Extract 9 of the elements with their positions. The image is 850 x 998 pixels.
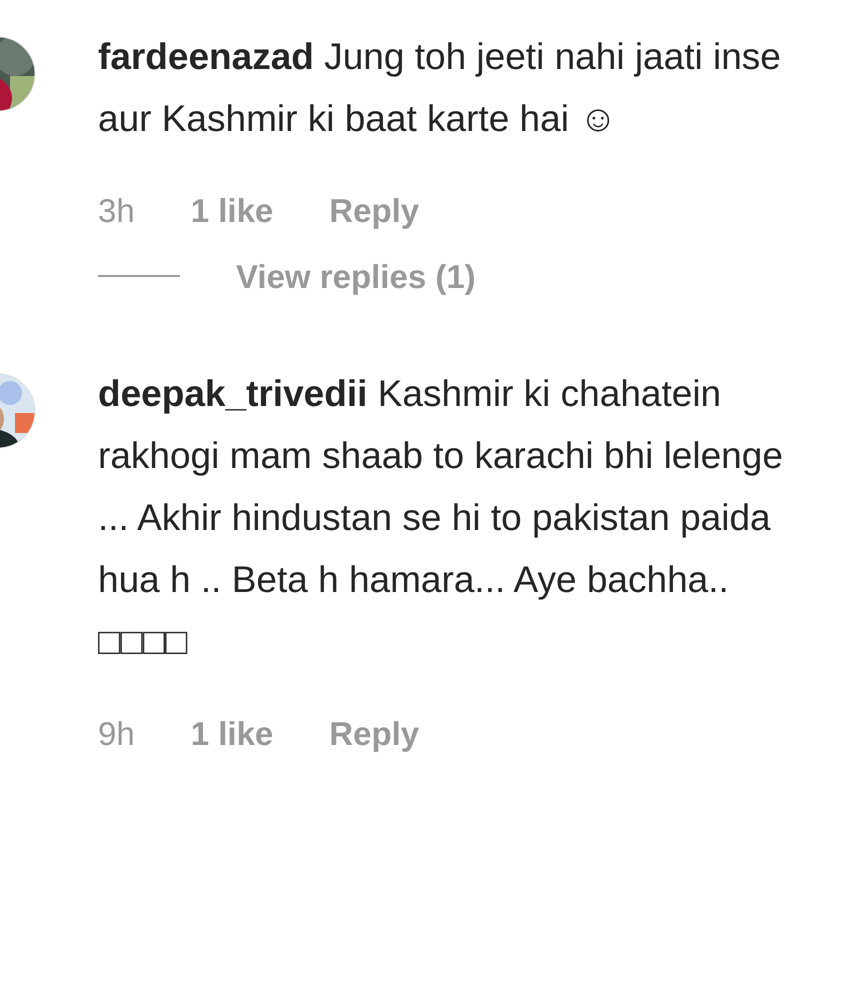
timestamp: 9h — [98, 714, 135, 754]
likes-button[interactable]: 1 like — [190, 186, 274, 236]
comment-text: fardeenazad Jung toh jeeti nahi jaati inse aur Kashmir ki baat karte hai ☺ — [98, 35, 782, 141]
view-replies-button[interactable]: View replies (1) — [236, 252, 476, 301]
timestamp: 3h — [98, 191, 135, 231]
reply-button[interactable]: Reply — [329, 186, 420, 236]
likes-button[interactable]: 1 like — [190, 709, 274, 758]
reply-button[interactable]: Reply — [329, 709, 420, 758]
comment-text: deepak_trivedii Kashmir ki chahatein rakhogi mam shaab to karachi bhi lelenge ... Akhir hindustan se hi to pakistan paida hua h .. Beta h hamara... Aye bachha.. □□□□ — [98, 372, 784, 664]
